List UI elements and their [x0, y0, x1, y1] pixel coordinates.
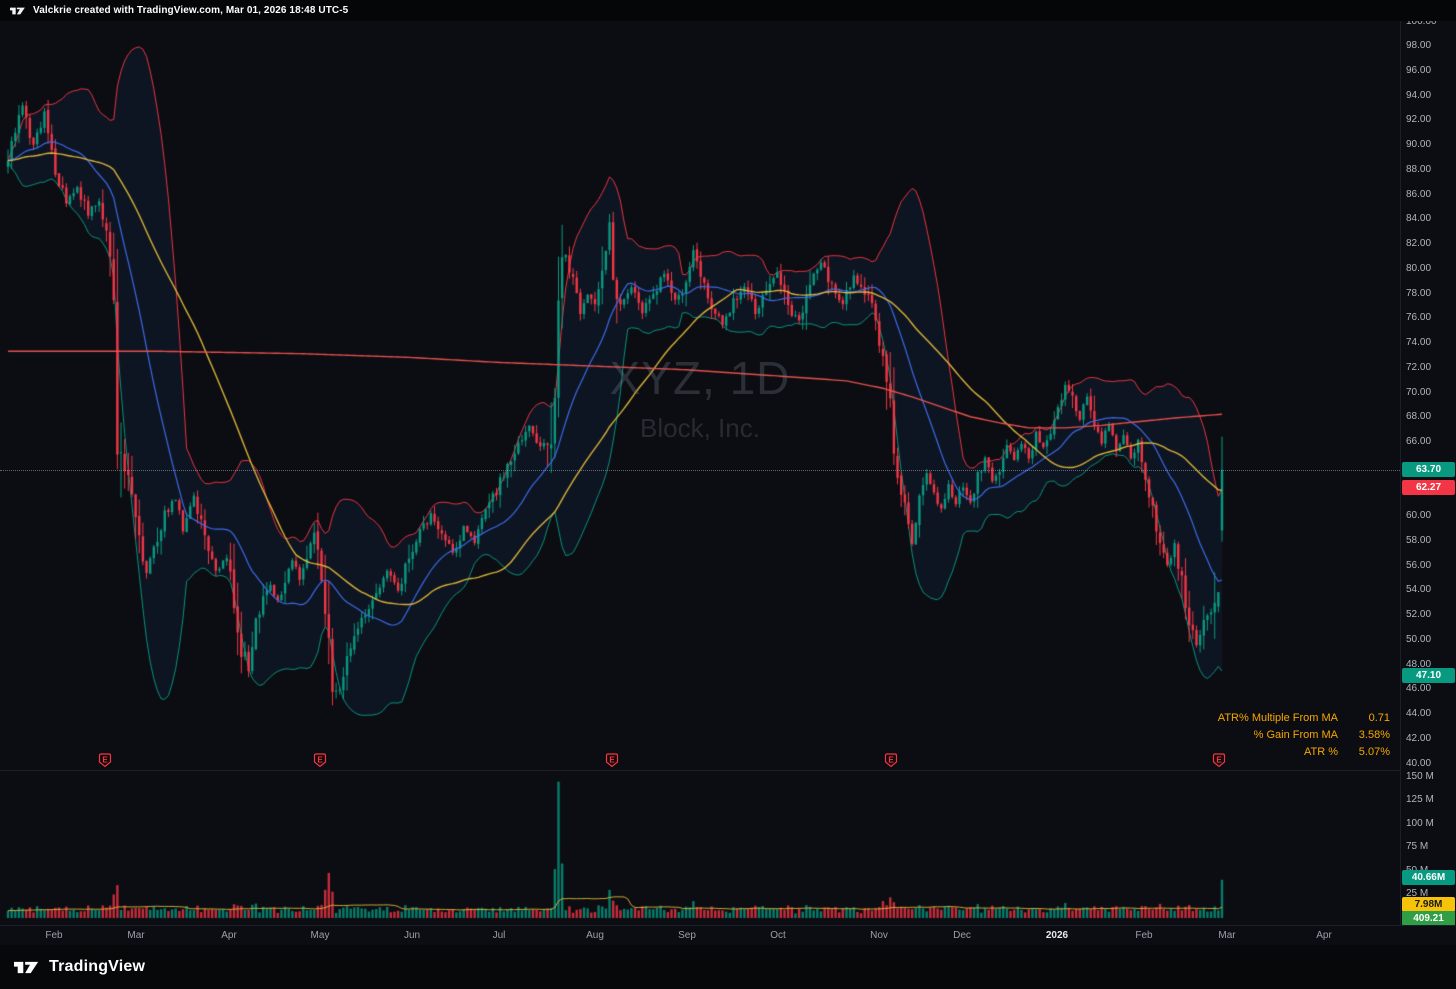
volume-value-label: 7.98M — [1402, 897, 1455, 912]
price-tick: 98.00 — [1406, 40, 1431, 51]
price-tick: 70.00 — [1406, 387, 1431, 398]
volume-tick: 75 M — [1406, 841, 1428, 852]
price-tick: 88.00 — [1406, 164, 1431, 175]
price-tick: 42.00 — [1406, 733, 1431, 744]
price-tick: 58.00 — [1406, 535, 1431, 546]
volume-tick: 100 M — [1406, 818, 1434, 829]
price-tick: 90.00 — [1406, 139, 1431, 150]
time-axis-label: Jul — [493, 930, 506, 941]
time-axis-label: Nov — [870, 930, 888, 941]
price-pane[interactable]: XYZ, 1D Block, Inc. ATR% Multiple From M… — [0, 21, 1400, 770]
volume-tick: 125 M — [1406, 794, 1434, 805]
time-axis-label: Mar — [127, 930, 144, 941]
gain-from-ma-label: % Gain From MA — [1254, 729, 1338, 741]
earnings-icon[interactable]: E — [98, 753, 112, 768]
price-tick: 46.00 — [1406, 683, 1431, 694]
price-tick: 78.00 — [1406, 288, 1431, 299]
price-tick: 86.00 — [1406, 189, 1431, 200]
atr-multiple-label: ATR% Multiple From MA — [1218, 712, 1338, 724]
time-axis-label: Feb — [1135, 930, 1152, 941]
earnings-icon[interactable]: E — [605, 753, 619, 768]
time-axis-label: Dec — [953, 930, 971, 941]
atr-percent-value: 5.07% — [1354, 746, 1390, 758]
price-tick: 44.00 — [1406, 708, 1431, 719]
volume-tick: 150 M — [1406, 771, 1434, 782]
volume-value-label: 40.66M — [1402, 870, 1455, 885]
indicator-price-label: 47.10 — [1402, 668, 1455, 683]
svg-text:E: E — [317, 756, 323, 765]
price-tick: 72.00 — [1406, 362, 1431, 373]
chart-credit-text: Valckrie created with TradingView.com, M… — [33, 5, 348, 16]
price-tick: 92.00 — [1406, 114, 1431, 125]
attribution-bar: Valckrie created with TradingView.com, M… — [0, 0, 1456, 21]
price-tick: 68.00 — [1406, 411, 1431, 422]
current-price-line — [0, 470, 1400, 471]
gain-from-ma-row: % Gain From MA 3.58% — [1218, 728, 1390, 742]
volume-chart-canvas[interactable] — [0, 771, 1400, 926]
atr-multiple-value: 0.71 — [1354, 712, 1390, 724]
price-tick: 80.00 — [1406, 263, 1431, 274]
time-axis-label: Oct — [770, 930, 786, 941]
time-axis-label: Apr — [1316, 930, 1332, 941]
atr-percent-label: ATR % — [1304, 746, 1338, 758]
price-tick: 60.00 — [1406, 510, 1431, 521]
earnings-icon[interactable]: E — [313, 753, 327, 768]
time-axis-label: Mar — [1218, 930, 1235, 941]
earnings-icon[interactable]: E — [884, 753, 898, 768]
atr-percent-row: ATR % 5.07% — [1218, 745, 1390, 759]
indicator-price-label: 62.27 — [1402, 480, 1455, 495]
tradingview-icon — [10, 6, 26, 16]
volume-pane[interactable] — [0, 770, 1400, 925]
time-axis-label: Feb — [45, 930, 62, 941]
price-tick: 84.00 — [1406, 213, 1431, 224]
tradingview-chart-app: Valckrie created with TradingView.com, M… — [0, 0, 1456, 989]
price-tick: 94.00 — [1406, 90, 1431, 101]
volume-value-label: 409.21 — [1402, 911, 1455, 926]
atr-info-panel: ATR% Multiple From MA 0.71 % Gain From M… — [1218, 711, 1390, 759]
tradingview-logo[interactable] — [14, 960, 40, 975]
time-axis[interactable]: Feb Mar Apr May Jun Jul Aug Sep Oct Nov Dec 2026 Feb… — [0, 925, 1456, 945]
footer-bar: TradingView — [0, 945, 1456, 989]
time-axis-label: Jun — [404, 930, 420, 941]
price-tick: 66.00 — [1406, 436, 1431, 447]
price-tick: 54.00 — [1406, 584, 1431, 595]
svg-text:E: E — [102, 756, 108, 765]
gain-from-ma-value: 3.58% — [1354, 729, 1390, 741]
tradingview-wordmark[interactable]: TradingView — [49, 958, 145, 976]
earnings-icon[interactable]: E — [1212, 753, 1226, 768]
time-axis-label: 2026 — [1046, 930, 1068, 941]
price-tick: 40.00 — [1406, 758, 1431, 769]
svg-text:E: E — [609, 756, 615, 765]
price-tick: 74.00 — [1406, 337, 1431, 348]
atr-multiple-row: ATR% Multiple From MA 0.71 — [1218, 711, 1390, 725]
svg-text:E: E — [1216, 756, 1222, 765]
price-tick: 82.00 — [1406, 238, 1431, 249]
price-chart-canvas[interactable] — [0, 21, 1400, 770]
price-tick: 96.00 — [1406, 65, 1431, 76]
time-axis-label: Aug — [586, 930, 604, 941]
time-axis-label: Sep — [678, 930, 696, 941]
price-tick: 56.00 — [1406, 560, 1431, 571]
price-tick: 76.00 — [1406, 312, 1431, 323]
time-axis-label: Apr — [221, 930, 237, 941]
svg-text:E: E — [888, 756, 894, 765]
time-axis-label: May — [311, 930, 330, 941]
price-tick: 52.00 — [1406, 609, 1431, 620]
price-axis[interactable]: 100.0098.0096.0094.0092.0090.0088.0086.0… — [1400, 21, 1456, 925]
current-price-label: 63.70 — [1402, 462, 1455, 477]
price-tick: 50.00 — [1406, 634, 1431, 645]
